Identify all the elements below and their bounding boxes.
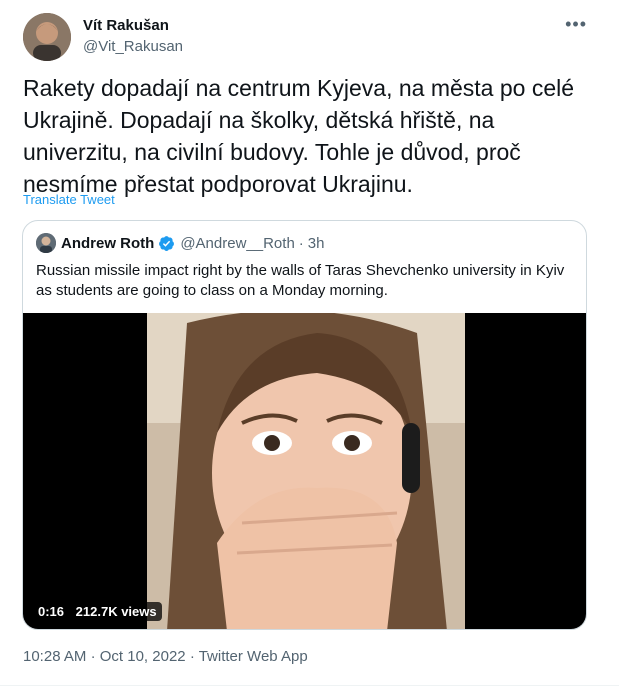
quoted-tweet-header: Andrew Roth @Andrew__Roth · 3h [36,233,324,253]
tweet-time[interactable]: 10:28 AM [23,648,86,665]
translate-tweet-link[interactable]: Translate Tweet [23,192,115,207]
verified-badge-icon [159,235,175,251]
video-duration: 0:16 [38,604,65,619]
quoted-author-avatar[interactable] [36,233,56,253]
quoted-tweet[interactable]: Andrew Roth @Andrew__Roth · 3h Russian m… [22,220,587,630]
quoted-separator: · [298,234,304,252]
video-frame [147,313,465,629]
tweet-meta: 10:28 AM · Oct 10, 2022 · Twitter Web Ap… [23,648,308,665]
meta-separator: · [189,648,195,665]
author-avatar[interactable] [23,13,71,61]
video-badge: 0:16 212.7K views [33,602,162,621]
tweet: Vít Rakušan @Vit_Rakusan ••• Rakety dopa… [0,0,619,686]
tweet-source[interactable]: Twitter Web App [199,648,308,665]
tweet-text: Rakety dopadají na centrum Kyjeva, na mě… [23,75,575,197]
meta-separator: · [90,648,96,665]
author-name[interactable]: Vít Rakušan [83,16,183,35]
video-views: 212.7K views [75,604,157,619]
tweet-date[interactable]: Oct 10, 2022 [100,648,186,665]
author-block[interactable]: Vít Rakušan @Vit_Rakusan [83,16,183,56]
quoted-author-handle[interactable]: @Andrew__Roth [180,235,294,252]
more-icon[interactable]: ••• [565,14,587,35]
quoted-tweet-text: Russian missile impact right by the wall… [36,262,565,299]
quoted-author-name[interactable]: Andrew Roth [61,235,154,252]
quoted-timestamp[interactable]: 3h [308,235,325,252]
author-handle[interactable]: @Vit_Rakusan [83,37,183,56]
video-player[interactable]: 0:16 212.7K views [23,313,586,629]
